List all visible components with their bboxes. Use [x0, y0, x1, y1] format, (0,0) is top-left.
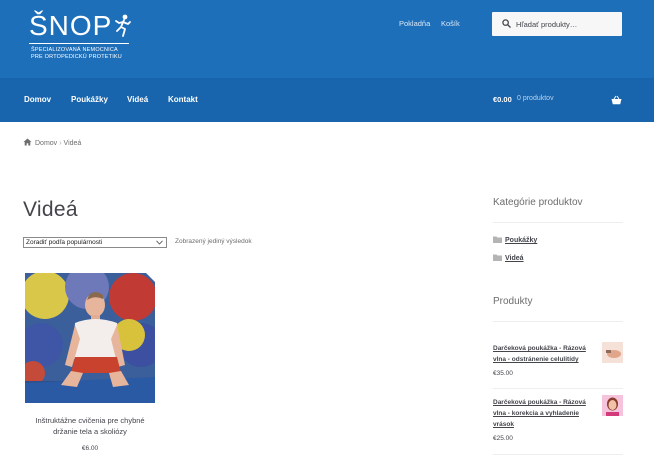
breadcrumb-current: Videá [63, 140, 82, 147]
sidebar-product-link[interactable]: Darčeková poukážka - Rázová vlna - korek… [493, 397, 597, 430]
category-link[interactable]: Poukážky [505, 237, 537, 244]
widget-divider [493, 222, 623, 223]
sidebar-product-price: €25.00 [493, 435, 513, 442]
breadcrumb-separator: › [59, 140, 62, 147]
logo-subtitle: PRE ORTOPEDICKÚ PROTETIKU [31, 54, 122, 60]
nav-item-videos[interactable]: Videá [127, 95, 148, 104]
page-title: Videá [23, 198, 78, 221]
cart-link[interactable]: Košík [441, 19, 460, 28]
nav-item-contact[interactable]: Kontakt [168, 95, 198, 104]
logo-title: ŠNOP [29, 10, 113, 41]
sidebar-product-thumbnail[interactable] [602, 342, 623, 363]
product-price: €6.00 [81, 445, 99, 452]
category-link[interactable]: Videá [505, 255, 524, 262]
site-header: ŠNOP ŠPECIALIZOVANÁ NEMOCNICA PRE ORTOPE… [0, 0, 654, 78]
category-item[interactable]: Poukážky [493, 236, 537, 244]
cart-total[interactable]: €0.00 [493, 95, 512, 104]
breadcrumb-home[interactable]: Domov [35, 140, 57, 147]
product-separator [493, 454, 623, 455]
product-search[interactable] [492, 12, 622, 36]
home-icon [23, 138, 32, 146]
product-separator [493, 388, 623, 389]
nav-item-home[interactable]: Domov [24, 95, 51, 104]
search-input[interactable] [516, 16, 616, 32]
checkout-link[interactable]: Pokladňa [399, 19, 430, 28]
running-figure-icon [115, 14, 131, 37]
nav-item-vouchers[interactable]: Poukážky [71, 95, 108, 104]
product-photo [25, 273, 155, 403]
search-icon [502, 19, 511, 28]
sidebar-product-thumbnail[interactable] [602, 395, 623, 416]
folder-icon [493, 254, 502, 261]
sort-selected-value: Zoradiť podľa populárnosti [26, 239, 103, 246]
product-image[interactable] [25, 273, 155, 403]
product-photo [602, 342, 623, 363]
categories-widget-title: Kategórie produktov [493, 197, 583, 208]
logo-subtitle: ŠPECIALIZOVANÁ NEMOCNICA [31, 47, 118, 53]
folder-icon [493, 236, 502, 243]
product-photo [602, 395, 623, 416]
product-title[interactable]: Inštruktážne cvičenia pre chybné držanie… [23, 416, 157, 437]
products-widget-title: Produkty [493, 296, 533, 307]
result-count: Zobrazený jediný výsledok [175, 238, 252, 245]
site-logo[interactable]: ŠNOP ŠPECIALIZOVANÁ NEMOCNICA PRE ORTOPE… [29, 11, 139, 69]
chevron-down-icon [156, 240, 163, 245]
cart-count[interactable]: 0 produktov [517, 95, 554, 102]
basket-icon[interactable] [611, 95, 622, 105]
sidebar-product-price: €35.00 [493, 370, 513, 377]
widget-divider [493, 321, 623, 322]
category-item[interactable]: Videá [493, 254, 524, 262]
sort-select[interactable]: Zoradiť podľa populárnosti [23, 237, 167, 248]
primary-navigation: Domov Poukážky Videá Kontakt €0.00 0 pro… [0, 78, 654, 122]
logo-divider [29, 43, 129, 44]
sidebar-product-link[interactable]: Darčeková poukážka - Rázová vlna - odstr… [493, 343, 597, 365]
breadcrumb: Domov › Videá [23, 138, 81, 147]
